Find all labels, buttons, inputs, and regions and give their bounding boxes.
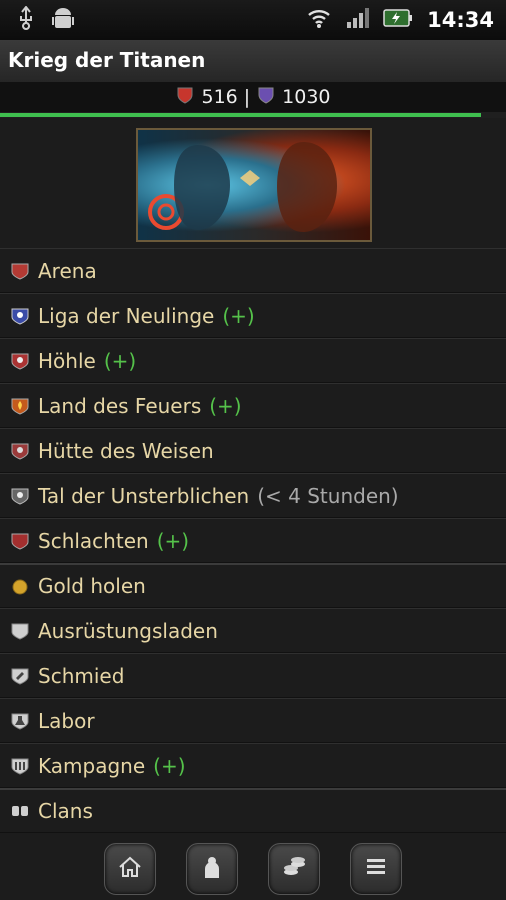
wifi-icon xyxy=(307,7,331,33)
battles-icon xyxy=(10,531,30,551)
home-icon xyxy=(117,854,143,884)
menu-item-hoehle[interactable]: Höhle (+) xyxy=(0,338,506,383)
experience-progress-fill xyxy=(0,113,481,117)
menu-item-labor[interactable]: Labor xyxy=(0,698,506,743)
menu-item-schlachten[interactable]: Schlachten (+) xyxy=(0,518,506,563)
menu-item-liga-der-neulinge[interactable]: Liga der Neulinge (+) xyxy=(0,293,506,338)
clock-time: 14:34 xyxy=(427,8,494,32)
signal-icon xyxy=(345,7,370,33)
menu-item-schmied[interactable]: Schmied xyxy=(0,653,506,698)
menu-item-label: Gold holen xyxy=(38,574,146,598)
menu-item-plus: (+) xyxy=(222,303,255,328)
gold-coin-icon xyxy=(10,576,30,596)
experience-progress xyxy=(0,112,506,118)
android-icon xyxy=(52,6,74,34)
menu-item-label: Schlachten xyxy=(38,528,149,553)
page-title: Krieg der Titanen xyxy=(8,48,206,72)
profile-button[interactable] xyxy=(186,843,238,895)
main-menu: Arena Liga der Neulinge (+) Höhle (+) La… xyxy=(0,248,506,833)
menu-item-plus: (+) xyxy=(209,393,242,418)
coins-button[interactable] xyxy=(268,843,320,895)
menu-item-plus: (+) xyxy=(156,528,190,553)
hut-icon xyxy=(10,441,30,461)
usb-icon xyxy=(18,5,34,34)
menu-item-kampagne[interactable]: Kampagne (+) xyxy=(0,743,506,788)
titans-fight-banner[interactable] xyxy=(136,128,372,242)
resource-separator: | xyxy=(243,86,251,108)
app-title-bar: Krieg der Titanen xyxy=(0,40,506,83)
menu-item-label: Labor xyxy=(38,708,95,733)
menu-item-plus: (+) xyxy=(103,348,137,373)
menu-item-ausruestungsladen[interactable]: Ausrüstungsladen xyxy=(0,608,506,653)
profile-icon xyxy=(199,854,225,884)
attack-value: 516 xyxy=(201,86,238,108)
menu-item-plus: (+) xyxy=(153,753,186,778)
clans-icon xyxy=(10,801,30,821)
resource-bar: 516 | 1030 xyxy=(0,82,506,112)
menu-item-tal-der-unsterblichen[interactable]: Tal der Unsterblichen (< 4 Stunden) xyxy=(0,473,506,518)
menu-item-label: Arena xyxy=(38,258,97,283)
equipment-shop-icon xyxy=(10,621,30,641)
menu-item-label: Liga der Neulinge xyxy=(38,303,215,328)
menu-item-gold-holen[interactable]: Gold holen xyxy=(0,563,506,608)
cave-icon xyxy=(10,351,30,371)
home-button[interactable] xyxy=(104,843,156,895)
coins-icon xyxy=(281,854,307,884)
menu-item-label: Ausrüstungsladen xyxy=(38,618,218,643)
status-bar: 14:34 xyxy=(0,0,506,40)
defense-shield-icon xyxy=(256,85,276,110)
campaign-icon xyxy=(10,756,30,776)
menu-item-label: Kampagne xyxy=(38,753,146,778)
menu-item-huette-des-weisen[interactable]: Hütte des Weisen xyxy=(0,428,506,473)
menu-item-label: Höhle xyxy=(38,348,96,373)
arena-icon xyxy=(10,261,30,281)
defense-value: 1030 xyxy=(282,86,331,108)
banner-art xyxy=(148,142,337,232)
battery-icon xyxy=(383,8,413,32)
list-icon xyxy=(363,854,389,884)
league-icon xyxy=(10,306,30,326)
attack-shield-icon xyxy=(175,85,195,110)
menu-item-land-des-feuers[interactable]: Land des Feuers (+) xyxy=(0,383,506,428)
list-button[interactable] xyxy=(350,843,402,895)
blacksmith-icon xyxy=(10,666,30,686)
menu-item-label: Hütte des Weisen xyxy=(38,438,214,463)
fire-land-icon xyxy=(10,396,30,416)
laboratory-icon xyxy=(10,711,30,731)
valley-icon xyxy=(10,486,30,506)
bottom-navigation xyxy=(0,838,506,900)
menu-item-label: Schmied xyxy=(38,663,125,688)
menu-item-clans[interactable]: Clans xyxy=(0,788,506,833)
menu-item-cooldown: (< 4 Stunden) xyxy=(257,483,399,508)
menu-item-label: Tal der Unsterblichen xyxy=(38,483,250,508)
menu-item-label: Clans xyxy=(38,799,93,823)
menu-item-label: Land des Feuers xyxy=(38,393,202,418)
menu-item-arena[interactable]: Arena xyxy=(0,248,506,293)
